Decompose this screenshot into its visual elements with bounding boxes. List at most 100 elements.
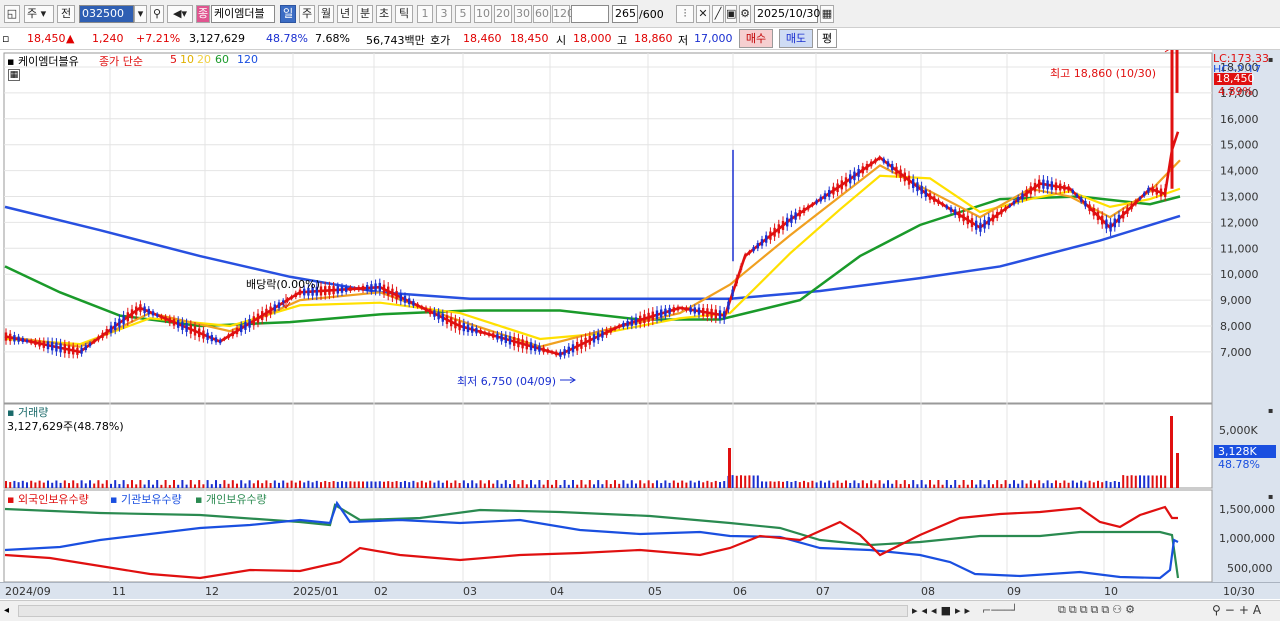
count-input[interactable]: 265 [612,5,638,23]
cross-icon[interactable]: ✕ [696,5,710,23]
zoom-icons[interactable]: ⚲−+A [1212,603,1265,617]
candle-body [920,185,923,195]
volume-bar [807,482,810,488]
candle-body [1075,194,1079,197]
candle-body [51,341,54,351]
tab-yearly[interactable]: 년 [337,5,353,23]
calendar-icon[interactable]: ▦ [820,5,834,23]
date-input[interactable]: 2025/10/30 [754,5,820,23]
volume-bar [328,481,331,488]
candle-body [235,328,239,335]
candle-body [256,313,260,323]
last-price-label: 18,450 [1216,72,1255,85]
code-dropdown-icon[interactable]: ▾ [134,5,147,23]
interval-30[interactable]: 30 [514,5,532,23]
interval-1[interactable]: 1 [417,5,433,23]
candle-body [55,342,58,352]
candle-body [151,311,155,316]
current-price: 18,450 [27,32,66,45]
volume-bar [958,484,961,488]
line-icon[interactable]: ╱ [712,5,724,23]
x-label-03: 03 [463,585,477,598]
speaker-icon[interactable]: ◀▾ [167,5,193,23]
candle-body [21,338,24,343]
tab-daily[interactable]: 일 [280,5,296,23]
save-icon[interactable]: ▣ [725,5,737,23]
scroll-left-icon[interactable]: ◂ [4,605,9,616]
volume-bar [240,480,243,488]
candle-body [907,175,911,185]
stock-name[interactable]: 케이엠더블 [211,5,275,23]
tool-icons[interactable]: ⧉⧉⧉⧉⧉⚇⚙ [1058,603,1138,617]
volume-bar [895,480,898,488]
stock-code-input[interactable]: 032500 [79,5,134,23]
candle-body [286,298,289,302]
scale-icon[interactable]: ▪ [1268,55,1273,64]
volume-bar [458,483,461,488]
candle-body [1109,222,1112,232]
candle-body [605,329,608,336]
volume-bar [773,481,776,488]
volume-bar [891,483,894,488]
volume-bar [605,480,608,488]
candle-body [1054,182,1058,191]
candle-body [219,339,222,344]
zoom-slider[interactable]: ⌐───┘ [982,604,1018,617]
candle-body [660,309,663,318]
volume-bar [332,481,335,488]
volume-bar [660,483,663,488]
window-icon[interactable]: ◱ [4,5,20,23]
candle-body [353,287,356,291]
volume-bar [735,475,738,488]
tab-tick[interactable]: 틱 [395,5,413,23]
candle-body [815,200,818,204]
chart-svg[interactable]: 18,00017,00016,00015,00014,00013,00012,0… [0,44,1280,621]
interval-60[interactable]: 60 [533,5,551,23]
tab-second[interactable]: 초 [376,5,392,23]
volume-bar [559,484,562,488]
price-tick-5: 13,000 [1220,191,1259,204]
candle-body [937,199,940,204]
candle-body [618,324,621,328]
average-button[interactable]: 평 [817,29,837,48]
candle-body [290,296,293,299]
interval-20[interactable]: 20 [494,5,512,23]
playback-controls[interactable]: ▸◂◂■▸▸ [912,604,974,617]
settings-icon[interactable]: ⚙ [739,5,751,23]
period-select[interactable]: 주 ▾ [24,5,54,23]
interval-5[interactable]: 5 [455,5,471,23]
volume-bar [576,484,579,488]
tab-monthly[interactable]: 월 [318,5,334,23]
candle-body [324,286,327,296]
candle-body [550,350,554,354]
sell-button[interactable]: 매도 [779,29,813,48]
volume-bar [1092,482,1095,488]
interval-input[interactable] [571,5,609,23]
volume-bar [677,482,679,488]
tab-weekly[interactable]: 주 [299,5,315,23]
buy-button[interactable]: 매수 [739,29,773,48]
holdings-scale-icon[interactable]: ▪ [1268,492,1273,501]
candle-body [580,339,583,349]
tab-minute[interactable]: 분 [357,5,373,23]
volume-bar [42,482,45,488]
volume-bar [857,483,860,488]
ma-10: 10 [180,53,194,66]
interval-120[interactable]: 120 [552,5,574,23]
type-button[interactable]: 전 [57,5,75,23]
scroll-bar[interactable]: ◂ ▸◂◂■▸▸ ⌐───┘ ⧉⧉⧉⧉⧉⚇⚙ ⚲−+A [0,600,1280,621]
candle-icon[interactable]: ⫶ [676,5,694,23]
interval-10[interactable]: 10 [474,5,492,23]
price-tick-10: 8,000 [1220,320,1252,333]
candle-body [67,345,71,354]
scroll-track[interactable] [18,605,908,617]
interval-3[interactable]: 3 [436,5,452,23]
table-icon[interactable]: ▦ [8,69,20,81]
candle-body [240,324,243,333]
period-select-label: 주 [27,7,38,20]
volume-bar [593,484,595,488]
volume-scale-icon[interactable]: ▪ [1268,406,1273,415]
search-icon[interactable]: ⚲ [150,5,164,23]
candle-body [185,323,188,332]
candle-body [689,307,692,313]
